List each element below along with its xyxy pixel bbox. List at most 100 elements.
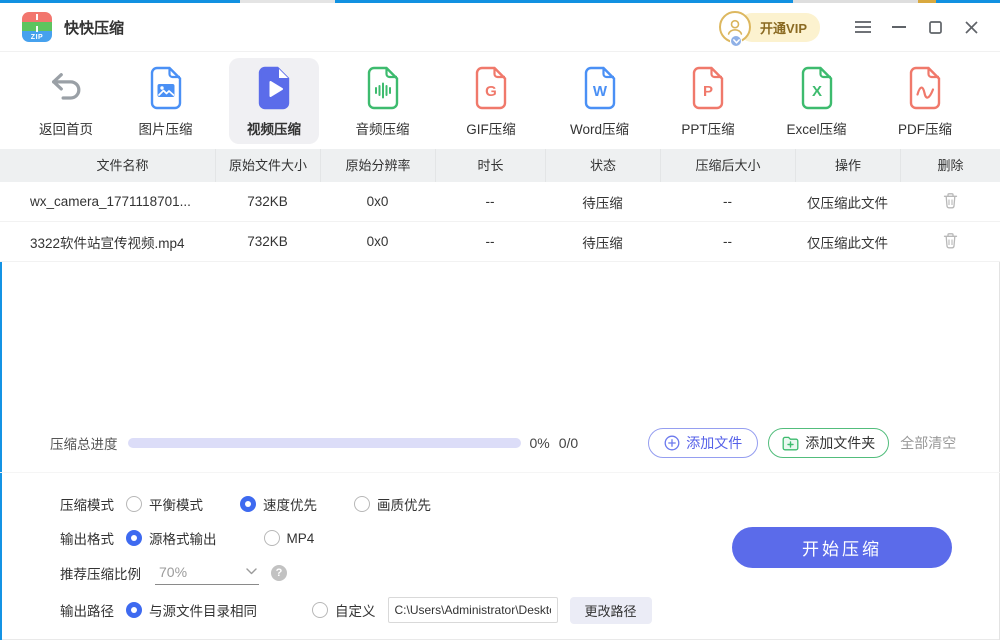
tab-gif-compress[interactable]: G GIF压缩 — [446, 58, 536, 144]
file-name: 3322软件站宣传视频.mp4 — [0, 232, 215, 252]
radio-label: 自定义 — [335, 600, 376, 620]
radio-balanced-mode[interactable]: 平衡模式 — [126, 494, 203, 514]
app-logo-icon: ZIP — [22, 12, 52, 42]
window-top-edge — [0, 0, 1000, 3]
tab-label: Excel压缩 — [786, 118, 846, 138]
tab-back-home[interactable]: 返回首页 — [30, 58, 102, 144]
radio-icon[interactable] — [240, 496, 256, 512]
output-path-input[interactable] — [388, 597, 558, 623]
svg-text:P: P — [703, 83, 713, 100]
audio-file-icon — [364, 65, 402, 111]
table-row: 3322软件站宣传视频.mp4 732KB 0x0 -- 待压缩 -- 仅压缩此… — [0, 222, 1000, 262]
zipper-icon — [36, 14, 38, 32]
excel-file-icon: X — [798, 65, 836, 111]
minimize-icon[interactable] — [884, 12, 914, 42]
tab-label: PDF压缩 — [898, 118, 952, 138]
plus-circle-icon — [664, 435, 680, 451]
vip-button[interactable]: 开通VIP — [719, 11, 820, 43]
col-file-name: 文件名称 — [0, 149, 215, 182]
tab-pdf-compress[interactable]: PDF压缩 — [880, 58, 970, 144]
titlebar-controls: 开通VIP — [719, 11, 986, 43]
start-compress-button[interactable]: 开始压缩 — [732, 527, 952, 568]
delete-file-button[interactable] — [943, 192, 958, 209]
radio-speed-priority[interactable]: 速度优先 — [240, 494, 317, 514]
progress-count: 0/0 — [559, 435, 578, 451]
col-delete: 删除 — [900, 149, 1000, 182]
svg-text:G: G — [485, 83, 497, 100]
status-badge: 待压缩 — [545, 232, 660, 252]
close-icon[interactable] — [956, 12, 986, 42]
word-file-icon: W — [581, 65, 619, 111]
tab-audio-compress[interactable]: 音频压缩 — [338, 58, 428, 144]
radio-label: 与源文件目录相同 — [149, 600, 257, 620]
back-icon — [47, 65, 85, 111]
output-path-row: 输出路径 与源文件目录相同 自定义 更改路径 — [60, 597, 1000, 623]
tab-label: 图片压缩 — [139, 118, 193, 138]
progress-label: 压缩总进度 — [50, 433, 118, 453]
app-window: ZIP 快快压缩 开通VIP — [0, 0, 1000, 640]
ratio-value: 70% — [159, 564, 187, 580]
radio-icon[interactable] — [126, 496, 142, 512]
maximize-icon[interactable] — [920, 12, 950, 42]
add-folder-button[interactable]: 添加文件夹 — [768, 428, 889, 458]
menu-icon[interactable] — [848, 12, 878, 42]
col-status: 状态 — [545, 149, 660, 182]
trash-icon — [943, 192, 958, 209]
compressed-size: -- — [660, 194, 795, 209]
radio-icon[interactable] — [126, 602, 142, 618]
chevron-down-icon — [246, 568, 257, 575]
tab-label: GIF压缩 — [466, 118, 516, 138]
compress-this-file-link[interactable]: 仅压缩此文件 — [795, 192, 900, 212]
add-file-label: 添加文件 — [686, 433, 742, 453]
compress-this-file-link[interactable]: 仅压缩此文件 — [795, 232, 900, 252]
tab-label: Word压缩 — [570, 118, 629, 138]
file-size: 732KB — [215, 234, 320, 249]
compressed-size: -- — [660, 234, 795, 249]
delete-file-button[interactable] — [943, 232, 958, 249]
col-resolution: 原始分辨率 — [320, 149, 435, 182]
empty-list-area — [0, 262, 1000, 428]
radio-same-as-source[interactable]: 与源文件目录相同 — [126, 600, 257, 620]
radio-quality-priority[interactable]: 画质优先 — [354, 494, 431, 514]
radio-icon[interactable] — [354, 496, 370, 512]
tab-word-compress[interactable]: W Word压缩 — [555, 58, 645, 144]
top-edge-segment — [240, 0, 335, 3]
radio-mp4[interactable]: MP4 — [264, 530, 315, 546]
file-duration: -- — [435, 234, 545, 249]
tab-excel-compress[interactable]: X Excel压缩 — [772, 58, 862, 144]
table-header: 文件名称 原始文件大小 原始分辨率 时长 状态 压缩后大小 操作 删除 — [0, 149, 1000, 182]
tab-video-compress[interactable]: 视频压缩 — [229, 58, 319, 144]
progress-percent: 0% — [530, 435, 550, 451]
titlebar: ZIP 快快压缩 开通VIP — [0, 3, 1000, 52]
col-action: 操作 — [795, 149, 900, 182]
table-row: wx_camera_1771118701... 732KB 0x0 -- 待压缩… — [0, 182, 1000, 222]
radio-source-format[interactable]: 源格式输出 — [126, 528, 217, 548]
tab-image-compress[interactable]: 图片压缩 — [121, 58, 211, 144]
add-file-button[interactable]: 添加文件 — [648, 428, 758, 458]
radio-custom-path[interactable]: 自定义 — [312, 600, 376, 620]
progress-stats: 0% 0/0 — [530, 435, 579, 451]
radio-icon[interactable] — [126, 530, 142, 546]
vip-badge-icon — [730, 35, 742, 47]
tab-label: PPT压缩 — [681, 118, 734, 138]
toolbar: 返回首页 图片压缩 视频压缩 — [0, 52, 1000, 149]
tab-label: 音频压缩 — [356, 118, 410, 138]
file-resolution: 0x0 — [320, 194, 435, 209]
app-title: 快快压缩 — [64, 17, 124, 38]
radio-label: 画质优先 — [377, 494, 431, 514]
file-size: 732KB — [215, 194, 320, 209]
col-duration: 时长 — [435, 149, 545, 182]
video-file-icon — [255, 65, 293, 111]
change-path-button[interactable]: 更改路径 — [570, 597, 652, 624]
radio-icon[interactable] — [264, 530, 280, 546]
radio-icon[interactable] — [312, 602, 328, 618]
progress-section: 压缩总进度 0% 0/0 添加文件 添加文件夹 全部清空 — [0, 428, 1000, 473]
tab-ppt-compress[interactable]: P PPT压缩 — [663, 58, 753, 144]
zip-label: ZIP — [22, 34, 52, 41]
image-file-icon — [147, 65, 185, 111]
ratio-select[interactable]: 70% — [155, 562, 259, 585]
trash-icon — [943, 232, 958, 249]
clear-all-button[interactable]: 全部清空 — [900, 433, 956, 453]
col-compressed-size: 压缩后大小 — [660, 149, 795, 182]
help-icon[interactable]: ? — [271, 565, 287, 581]
